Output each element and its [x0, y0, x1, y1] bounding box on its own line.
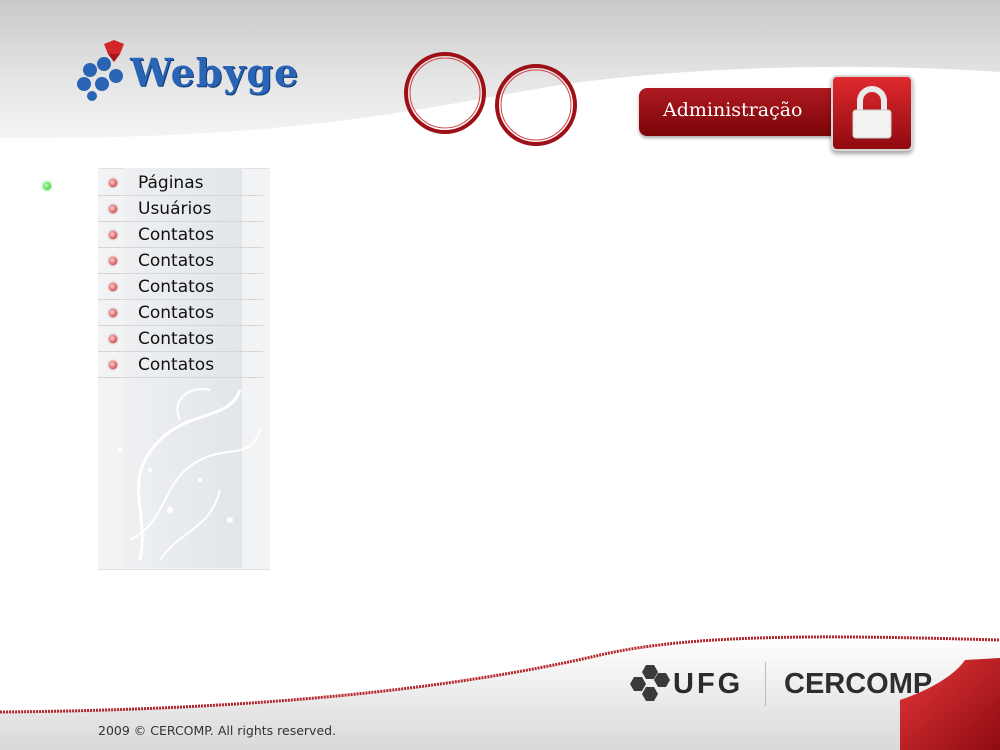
bullet-icon: [109, 361, 117, 369]
floral-decoration: [118, 388, 261, 561]
bullet-icon: [109, 257, 117, 265]
bullet-icon: [109, 205, 117, 213]
sidebar-item-label: Páginas: [138, 173, 204, 193]
sidebar-item-label: Contatos: [138, 303, 215, 323]
bullet-icon: [109, 283, 117, 291]
sidebar-item-label: Contatos: [138, 225, 215, 245]
ufg-logo-text: UFG: [673, 668, 744, 700]
sidebar-item-label: Usuários: [138, 199, 212, 219]
bullet-icon: [109, 179, 117, 187]
sidebar-item-label: Contatos: [138, 329, 215, 349]
status-indicator: [43, 182, 51, 190]
admin-label: Administração: [663, 99, 803, 121]
sidebar-item-contatos[interactable]: Contatos: [98, 326, 263, 352]
bullet-icon: [109, 335, 117, 343]
admin-lock-button[interactable]: [831, 75, 913, 151]
sidebar-item-contatos[interactable]: Contatos: [98, 248, 263, 274]
ufg-hexagon-icon: [630, 665, 670, 701]
bullet-icon: [109, 309, 117, 317]
sidebar-item-contatos[interactable]: Contatos: [98, 300, 263, 326]
footer-copyright: 2009 © CERCOMP. All rights reserved.: [98, 723, 337, 738]
partner-divider: [765, 662, 766, 706]
sidebar-item-label: Contatos: [138, 251, 215, 271]
cercomp-logo-text: CERCOMP: [784, 668, 933, 700]
sidebar-item-usuarios[interactable]: Usuários: [98, 196, 263, 222]
sidebar-item-label: Contatos: [138, 277, 215, 297]
sidebar-item-contatos[interactable]: Contatos: [98, 222, 263, 248]
sidebar-item-contatos[interactable]: Contatos: [98, 274, 263, 300]
sidebar-item-paginas[interactable]: Páginas: [98, 170, 263, 196]
sidebar-item-label: Contatos: [138, 355, 215, 375]
sidebar-menu: Páginas Usuários Contatos Contatos Conta…: [98, 170, 263, 378]
lock-icon: [852, 86, 892, 139]
bullet-icon: [109, 231, 117, 239]
admin-banner: Administração: [639, 88, 839, 136]
sidebar-item-contatos[interactable]: Contatos: [98, 352, 263, 378]
brand-name: Webyge: [130, 50, 300, 95]
